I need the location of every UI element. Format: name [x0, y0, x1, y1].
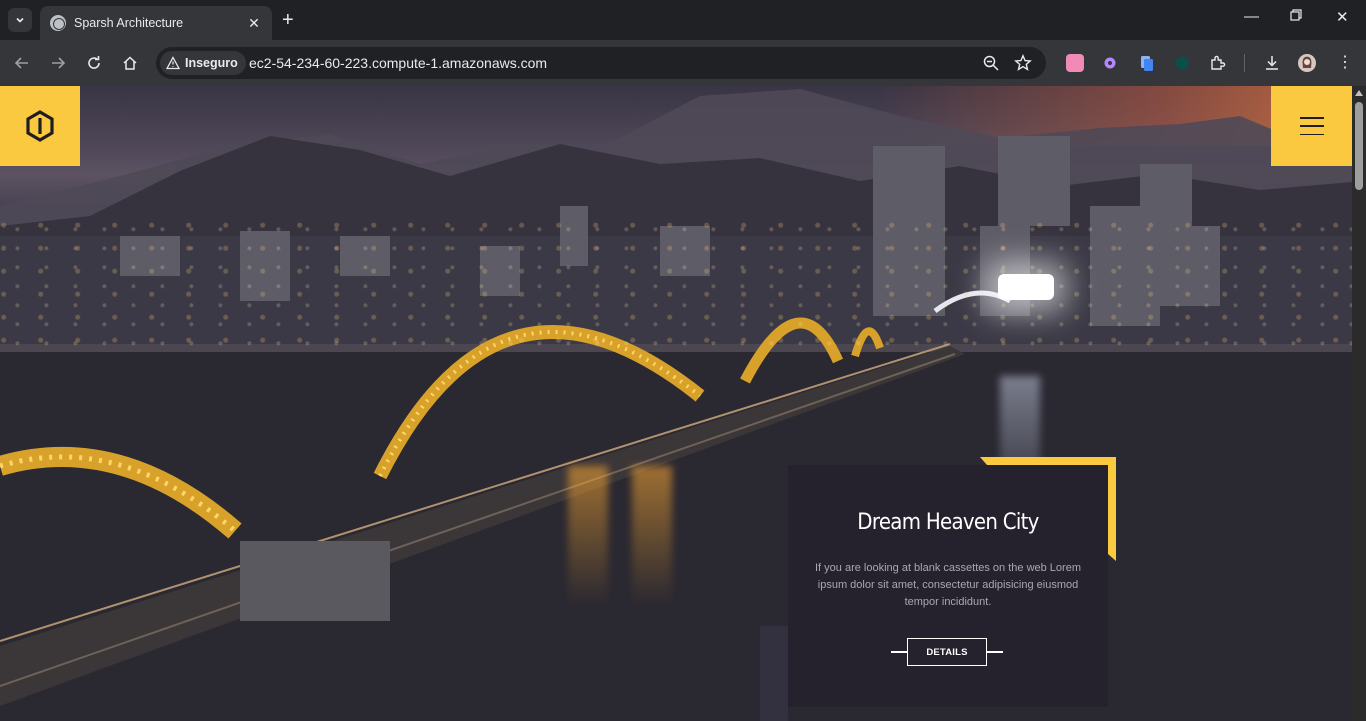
- tab-search-icon[interactable]: [8, 8, 32, 32]
- plus-icon[interactable]: +: [282, 9, 294, 31]
- security-chip[interactable]: Inseguro: [160, 51, 246, 75]
- hero-banner: Dream Heaven City If you are looking at …: [0, 86, 1352, 721]
- browser-toolbar: Inseguro ec2-54-234-60-223.compute-1.ama…: [0, 40, 1366, 86]
- stadium-light: [998, 274, 1054, 300]
- page-viewport: Dream Heaven City If you are looking at …: [0, 86, 1352, 721]
- address-bar[interactable]: Inseguro ec2-54-234-60-223.compute-1.ama…: [156, 47, 1046, 79]
- extensions-icon[interactable]: [1209, 54, 1227, 72]
- page-scrollbar[interactable]: [1352, 86, 1366, 721]
- tab-strip: Sparsh Architecture ✕ + — ✕: [0, 0, 1366, 40]
- extension-gear-icon[interactable]: [1101, 54, 1119, 72]
- toolbar-separator: [1244, 54, 1245, 72]
- kebab-menu-icon[interactable]: ⋮: [1336, 54, 1354, 72]
- card-shadow-accent: [760, 626, 788, 721]
- river-reflection: [568, 466, 608, 606]
- forward-icon[interactable]: [48, 53, 68, 73]
- window-close-icon[interactable]: ✕: [1336, 8, 1349, 26]
- scroll-up-icon[interactable]: [1355, 90, 1363, 96]
- slide-title: Dream Heaven City: [857, 510, 1039, 535]
- river-reflection: [632, 466, 672, 606]
- zoom-icon[interactable]: [982, 54, 1000, 72]
- extension-circle-icon[interactable]: [1173, 54, 1191, 72]
- close-icon[interactable]: ✕: [246, 15, 262, 32]
- home-icon[interactable]: [120, 53, 140, 73]
- back-icon[interactable]: [12, 53, 32, 73]
- hamburger-icon: [1299, 117, 1324, 135]
- menu-toggle-button[interactable]: [1271, 86, 1352, 166]
- security-label: Inseguro: [185, 56, 238, 70]
- site-logo[interactable]: [0, 86, 80, 166]
- reload-icon[interactable]: [84, 53, 104, 73]
- details-button-group: DETAILS: [891, 638, 1003, 666]
- tab-title: Sparsh Architecture: [74, 16, 184, 30]
- city-bridge-photo: [0, 89, 1352, 721]
- minimize-icon[interactable]: —: [1244, 8, 1259, 25]
- restore-icon[interactable]: [1290, 8, 1302, 25]
- download-icon[interactable]: [1263, 54, 1281, 72]
- avatar[interactable]: [1298, 54, 1316, 72]
- divider: [891, 651, 907, 653]
- extension-docs-icon[interactable]: [1138, 54, 1156, 72]
- details-button[interactable]: DETAILS: [907, 638, 987, 666]
- logo-icon: [26, 110, 54, 142]
- warning-icon: [166, 56, 180, 70]
- slide-description: If you are looking at blank cassettes on…: [815, 562, 1081, 608]
- globe-favicon-icon: [50, 15, 66, 31]
- url-text: ec2-54-234-60-223.compute-1.amazonaws.co…: [249, 55, 548, 71]
- divider: [987, 651, 1003, 653]
- star-icon[interactable]: [1014, 54, 1032, 72]
- browser-tab[interactable]: Sparsh Architecture ✕: [40, 6, 272, 40]
- scrollbar-thumb[interactable]: [1355, 102, 1363, 190]
- extension-m-icon[interactable]: [1066, 54, 1084, 72]
- slide-caption-card: Dream Heaven City If you are looking at …: [788, 465, 1108, 707]
- city-lights: [0, 216, 1352, 356]
